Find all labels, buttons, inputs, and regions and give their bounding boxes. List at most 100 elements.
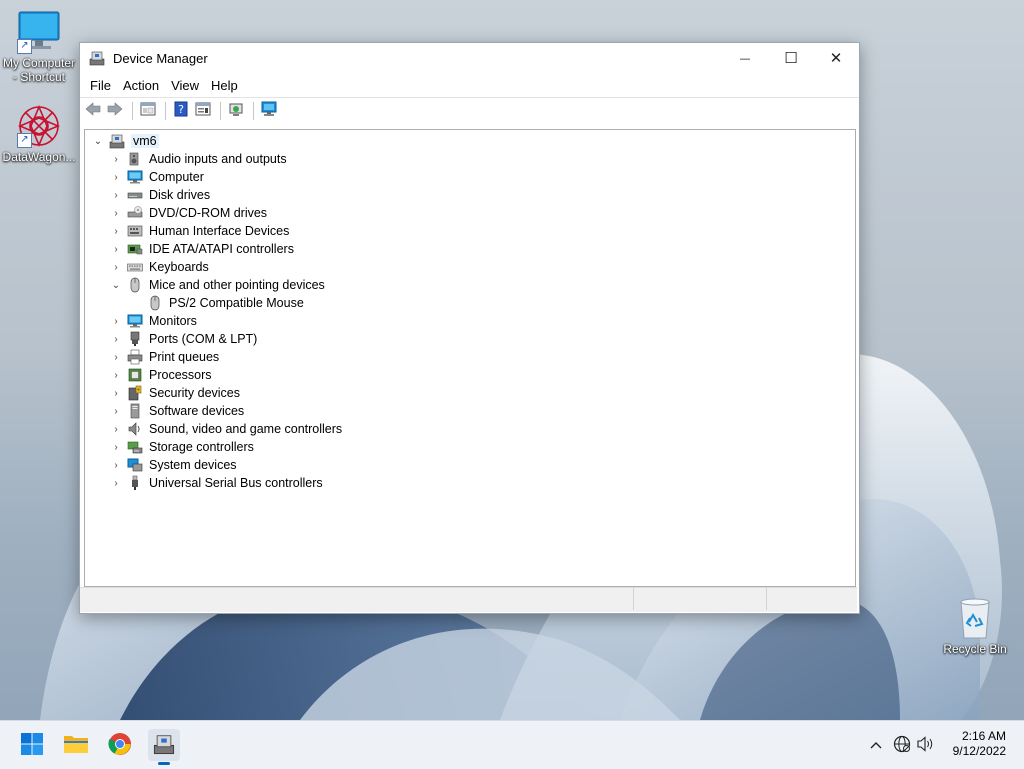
menu-help[interactable]: Help <box>205 78 244 93</box>
status-pane-secondary <box>634 588 767 610</box>
update-driver-button[interactable] <box>259 101 279 121</box>
close-icon: ✕ <box>829 49 843 67</box>
tree-item-label: Keyboards <box>149 260 209 274</box>
clock-time: 2:16 AM <box>961 729 1006 743</box>
chevron-right-icon[interactable]: › <box>109 170 123 184</box>
tree-item-label: Security devices <box>149 386 241 400</box>
show-hidden-icons-button[interactable] <box>866 733 886 757</box>
title-bar[interactable]: Device Manager — ☐ ✕ <box>80 43 859 73</box>
tree-item-security[interactable]: › Security devices <box>85 384 855 402</box>
forward-arrow-icon <box>107 102 123 119</box>
svg-text:?: ? <box>178 103 184 116</box>
chevron-right-icon[interactable]: › <box>109 314 123 328</box>
chevron-right-icon[interactable]: › <box>109 188 123 202</box>
software-device-icon <box>127 403 143 419</box>
toolbar-separator <box>253 101 254 120</box>
network-button[interactable] <box>890 733 914 757</box>
chevron-right-icon[interactable]: › <box>109 242 123 256</box>
tree-item-ports[interactable]: › Ports (COM & LPT) <box>85 330 855 348</box>
tree-item-usb[interactable]: › Universal Serial Bus controllers <box>85 474 855 492</box>
tree-item-hid[interactable]: › Human Interface Devices <box>85 222 855 240</box>
menu-file[interactable]: File <box>84 78 117 93</box>
volume-button[interactable] <box>914 733 938 757</box>
show-hide-console-tree-button[interactable] <box>138 101 158 121</box>
tree-item-label: Print queues <box>149 350 220 364</box>
file-explorer-button[interactable] <box>60 729 92 761</box>
menu-view[interactable]: View <box>165 78 205 93</box>
help-icon: ? <box>174 101 188 120</box>
chevron-right-icon[interactable]: › <box>109 404 123 418</box>
tree-item-label: Audio inputs and outputs <box>149 152 287 166</box>
scan-hardware-changes-button[interactable] <box>226 101 246 121</box>
tree-item-processors[interactable]: › Processors <box>85 366 855 384</box>
help-button[interactable]: ? <box>171 101 191 121</box>
tree-item-disk-drives[interactable]: › Disk drives <box>85 186 855 204</box>
tree-item-sound[interactable]: › Sound, video and game controllers <box>85 420 855 438</box>
tree-item-system[interactable]: › System devices <box>85 456 855 474</box>
chevron-right-icon[interactable]: › <box>109 440 123 454</box>
tree-item-audio[interactable]: › Audio inputs and outputs <box>85 150 855 168</box>
tree-item-computer[interactable]: › Computer <box>85 168 855 186</box>
desktop-icon-datawagon[interactable]: ↗ DataWagon... <box>0 104 78 164</box>
globe-icon <box>893 735 911 756</box>
tree-item-label: Computer <box>149 170 204 184</box>
datawagon-logo-icon: ↗ <box>17 104 61 148</box>
taskbar: 2:16 AM 9/12/2022 <box>0 720 1024 769</box>
tree-item-label: Universal Serial Bus controllers <box>149 476 323 490</box>
chevron-right-icon[interactable]: › <box>109 206 123 220</box>
tree-item-keyboards[interactable]: › Keyboards <box>85 258 855 276</box>
system-tray <box>866 721 938 769</box>
chevron-right-icon[interactable]: › <box>109 332 123 346</box>
chevron-down-icon[interactable]: ⌄ <box>109 278 123 292</box>
close-button[interactable]: ✕ <box>813 43 859 73</box>
chevron-down-icon[interactable]: ⌄ <box>91 134 105 148</box>
tree-item-monitors[interactable]: › Monitors <box>85 312 855 330</box>
device-manager-icon <box>89 50 105 66</box>
mouse-icon <box>147 295 163 311</box>
tree-root[interactable]: ⌄ vm6 <box>85 132 855 150</box>
device-tree[interactable]: ⌄ vm6 › Audio inputs and outputs › Compu… <box>84 129 856 587</box>
chevron-right-icon[interactable]: › <box>109 458 123 472</box>
tree-item-storage[interactable]: › Storage controllers <box>85 438 855 456</box>
tree-item-software-devices[interactable]: › Software devices <box>85 402 855 420</box>
minimize-button[interactable]: — <box>722 43 768 73</box>
tree-item-print-queues[interactable]: › Print queues <box>85 348 855 366</box>
scan-hardware-icon <box>228 101 244 120</box>
status-bar <box>80 587 857 612</box>
desktop-icon-my-computer[interactable]: ↗ My Computer - Shortcut <box>0 10 78 84</box>
chevron-right-icon[interactable]: › <box>109 152 123 166</box>
toolbar-separator <box>220 101 221 120</box>
disk-drive-icon <box>127 187 143 203</box>
tree-item-mice[interactable]: ⌄ Mice and other pointing devices <box>85 276 855 294</box>
chevron-right-icon[interactable]: › <box>109 224 123 238</box>
tree-item-dvd[interactable]: › DVD/CD-ROM drives <box>85 204 855 222</box>
menu-action[interactable]: Action <box>117 78 165 93</box>
chevron-right-icon[interactable]: › <box>109 368 123 382</box>
minimize-icon: — <box>739 51 751 65</box>
device-manager-taskbar-button[interactable] <box>148 729 180 765</box>
desktop-icon-recycle-bin[interactable]: Recycle Bin <box>940 596 1010 656</box>
tree-item-ide[interactable]: › IDE ATA/ATAPI controllers <box>85 240 855 258</box>
tree-item-ps2-mouse[interactable]: PS/2 Compatible Mouse <box>85 294 855 312</box>
properties-button[interactable] <box>193 101 213 121</box>
keyboard-icon <box>127 259 143 275</box>
chevron-up-icon <box>870 738 882 752</box>
maximize-button[interactable]: ☐ <box>768 43 814 73</box>
shortcut-arrow-icon: ↗ <box>17 39 32 54</box>
tree-item-label: Software devices <box>149 404 245 418</box>
chevron-right-icon[interactable]: › <box>109 350 123 364</box>
chevron-right-icon[interactable]: › <box>109 422 123 436</box>
tree-item-label: IDE ATA/ATAPI controllers <box>149 242 294 256</box>
chevron-right-icon[interactable]: › <box>109 476 123 490</box>
taskbar-clock[interactable]: 2:16 AM 9/12/2022 <box>953 729 1006 759</box>
desktop-icon-label: DataWagon... <box>2 150 76 164</box>
chrome-button[interactable] <box>104 729 136 761</box>
forward-button[interactable] <box>105 101 125 121</box>
system-device-icon <box>127 457 143 473</box>
chevron-right-icon[interactable]: › <box>109 386 123 400</box>
chevron-right-icon[interactable]: › <box>109 260 123 274</box>
status-pane-main <box>80 588 634 610</box>
monitor-network-icon <box>261 101 277 120</box>
back-button[interactable] <box>83 101 103 121</box>
start-button[interactable] <box>16 729 48 761</box>
